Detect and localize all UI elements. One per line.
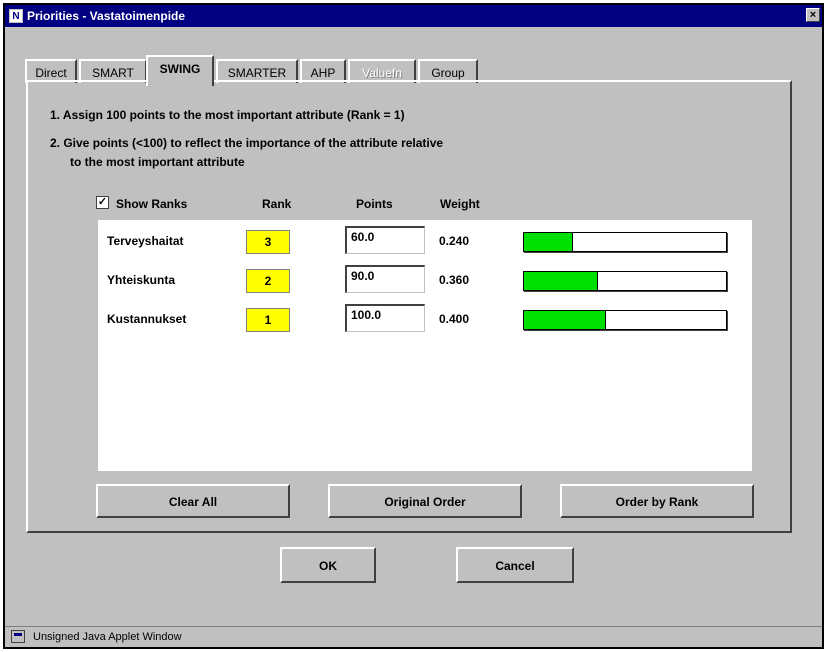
weight-bar [523,271,727,291]
title-bar[interactable]: N Priorities - Vastatoimenpide × [5,5,822,27]
attribute-name: Yhteiskunta [107,273,176,287]
weight-bar-fill [524,272,598,290]
points-input[interactable]: 90.0 [345,265,425,293]
weight-value: 0.240 [439,234,470,248]
rank-box[interactable]: 2 [246,269,290,293]
attribute-list: Terveyshaitat 3 60.0 0.240 Yhteiskunta 2… [98,220,752,471]
weight-bar-fill [524,311,606,329]
rank-column-header: Rank [262,197,292,211]
window-title: Priorities - Vastatoimenpide [27,9,186,23]
original-order-button[interactable]: Original Order [328,484,522,518]
points-column-header: Points [356,197,393,211]
status-bar: Unsigned Java Applet Window [5,626,822,647]
instruction-line-2: 2. Give points (<100) to reflect the imp… [50,136,444,150]
weight-column-header: Weight [440,197,480,211]
weight-bar [523,310,727,330]
weight-value: 0.360 [439,273,470,287]
rank-box[interactable]: 3 [246,230,290,254]
instruction-line-2-cont: to the most important attribute [70,155,245,169]
status-text: Unsigned Java Applet Window [33,631,182,643]
close-icon[interactable]: × [806,8,820,22]
cancel-button[interactable]: Cancel [456,547,574,583]
applet-warning-icon [11,630,25,643]
app-icon: N [9,9,23,23]
attribute-name: Terveyshaitat [107,234,184,248]
show-ranks-label: Show Ranks [116,197,188,211]
attribute-row: Yhteiskunta 2 90.0 0.360 [98,263,752,297]
weight-bar-fill [524,233,574,251]
clear-all-button[interactable]: Clear All [96,484,290,518]
weight-bar [523,232,727,252]
points-input[interactable]: 100.0 [345,304,425,332]
show-ranks-checkbox[interactable]: ✓ [96,196,109,209]
ok-button[interactable]: OK [280,547,376,583]
rank-box[interactable]: 1 [246,308,290,332]
attribute-name: Kustannukset [107,312,187,326]
attribute-row: Terveyshaitat 3 60.0 0.240 [98,224,752,258]
weight-value: 0.400 [439,312,470,326]
points-input[interactable]: 60.0 [345,226,425,254]
tab-swing[interactable]: SWING [146,55,214,86]
order-by-rank-button[interactable]: Order by Rank [560,484,754,518]
instruction-line-1: 1. Assign 100 points to the most importa… [50,108,405,122]
attribute-row: Kustannukset 1 100.0 0.400 [98,302,752,336]
